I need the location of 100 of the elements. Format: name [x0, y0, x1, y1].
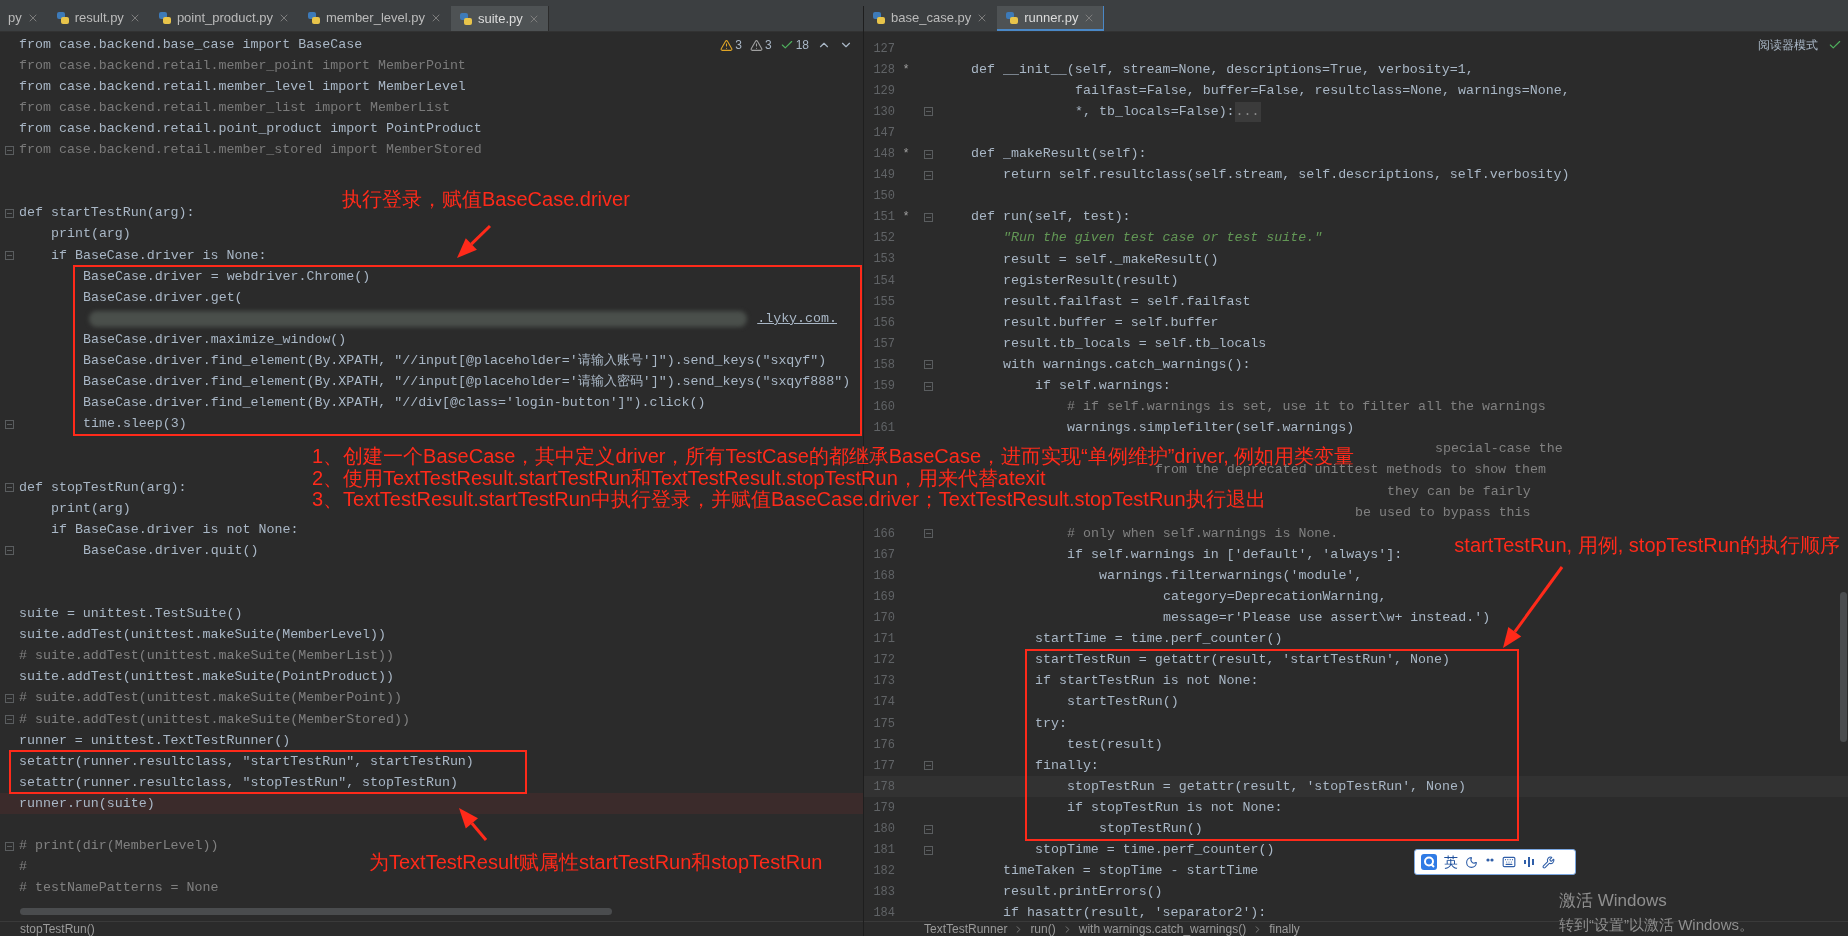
code-line: startTestRun = getattr(result, 'startTestRun', None) [1035, 651, 1450, 670]
fold-icon[interactable] [923, 761, 933, 771]
breadcrumb-item[interactable]: TextTestRunner [924, 922, 1008, 936]
line-number: 153 [872, 251, 895, 269]
code-line: message=r'Please use assert\w+ instead.') [1163, 609, 1491, 628]
file-tab[interactable]: base_case.py [864, 6, 998, 31]
code-line: BaseCase.driver.quit() [83, 541, 259, 560]
code-line: # [19, 858, 27, 877]
code-line: result.tb_locals = self.tb_locals [1003, 334, 1267, 353]
line-number: 173 [872, 673, 895, 691]
breadcrumb-item[interactable]: run() [1030, 922, 1056, 936]
file-icon [1005, 10, 1020, 25]
code-line: they can be fairly [1387, 482, 1531, 501]
code-line: BaseCase.driver.maximize_window() [83, 330, 347, 349]
file-icon [55, 10, 70, 25]
arrow [459, 808, 488, 841]
folded-code[interactable]: ... [1234, 101, 1261, 122]
code-line: from case.backend.base_case import BaseCase [19, 35, 363, 54]
ime-logo-icon [1421, 854, 1437, 870]
file-tab[interactable]: member_level.py [299, 6, 451, 31]
code-line: def _makeResult(self): [971, 145, 1147, 164]
inspection-count[interactable]: 18 [795, 36, 809, 54]
fold-icon[interactable] [923, 845, 933, 855]
fold-icon[interactable] [5, 419, 14, 429]
code-line: special-case the [1435, 440, 1563, 459]
file-icon [157, 10, 172, 25]
line-number: 179 [872, 799, 895, 817]
file-tab[interactable]: suite.py [451, 6, 549, 31]
annotation-text: startTestRun, 用例, stopTestRun的执行顺序 [1454, 535, 1840, 556]
code-line: print(arg) [51, 225, 131, 244]
code-line: from case.backend.retail.member_level import MemberLevel [19, 77, 466, 96]
code-line: with warnings.catch_warnings(): [1003, 356, 1251, 374]
line-number: 128 [872, 61, 895, 79]
fold-icon[interactable] [923, 149, 933, 159]
code-line: print(arg) [51, 499, 131, 518]
code-line: stopTime = time.perf_counter() [1035, 841, 1275, 860]
file-tab[interactable]: point_product.py [149, 6, 299, 31]
code-line: suite.addTest(unittest.makeSuite(PointProduct)) [19, 668, 395, 687]
code-line: # suite.addTest(unittest.makeSuite(MemberPoint)) [19, 689, 402, 708]
fold-icon[interactable] [923, 529, 933, 539]
breadcrumb-item[interactable]: finally [1269, 922, 1300, 936]
scrollbar-thumb[interactable] [1840, 592, 1847, 742]
code-line: if startTestRun is not None: [1035, 672, 1259, 691]
wrench-icon[interactable] [1542, 855, 1555, 869]
file-icon [459, 11, 473, 26]
annotation-text: 2、使用TextTestResult.startTestRun和TextTestResult.stopTestRun，用来代替atexit [312, 468, 1046, 489]
fold-icon[interactable] [923, 381, 933, 391]
line-number: 156 [872, 314, 895, 332]
code-line: return self.resultclass(self.stream, self.descriptions, self.verbosity) [1003, 166, 1570, 185]
fold-icon[interactable] [923, 212, 933, 222]
fold-icon[interactable] [5, 546, 14, 556]
activation-title: 激活 Windows [1559, 890, 1667, 912]
file-tab[interactable]: result.py [47, 6, 150, 31]
keyboard-icon[interactable] [1502, 855, 1516, 869]
line-number: 152 [872, 230, 895, 248]
code-line: be used to bypass this [1355, 503, 1531, 522]
fold-icon[interactable] [923, 107, 933, 117]
code-line: result.printErrors() [1003, 883, 1163, 902]
fold-icon[interactable] [5, 841, 14, 851]
fold-icon[interactable] [923, 824, 933, 834]
code-line: try: [1035, 714, 1067, 733]
line-number: 181 [872, 842, 895, 860]
fold-icon[interactable] [5, 483, 14, 492]
inspection-count[interactable]: 3 [764, 36, 772, 54]
code-line: from case.backend.retail.member_point import MemberPoint [19, 56, 466, 75]
code-line: from case.backend.retail.point_product import PointProduct [19, 119, 482, 138]
scrollbar-thumb[interactable] [20, 908, 612, 915]
line-number: 176 [872, 736, 895, 754]
code-line: def run(self, test): [971, 208, 1131, 227]
fold-icon[interactable] [5, 208, 14, 218]
moon-icon[interactable] [1465, 855, 1478, 869]
sound-icon[interactable] [1523, 856, 1535, 868]
line-number: 184 [872, 905, 895, 921]
code-line: timeTaken = stopTime - startTime [1003, 862, 1259, 881]
breadcrumb-item[interactable]: with warnings.catch_warnings() [1078, 922, 1247, 936]
line-number: 158 [872, 356, 895, 374]
fold-icon[interactable] [5, 693, 14, 703]
override-marker: * [902, 146, 910, 163]
file-tab[interactable]: runner.py [997, 6, 1105, 31]
annotation-text: 3、TextTestResult.startTestRun中执行登录，并赋值BaseCase.driver；TextTestResult.stopTestRun执行退出 [312, 489, 1266, 510]
file-icon [872, 10, 886, 25]
fold-icon[interactable] [5, 715, 14, 725]
fold-icon[interactable] [923, 170, 933, 180]
code-line: "Run the given test case or test suite." [1003, 229, 1323, 248]
warning-icon [720, 38, 734, 52]
fold-icon[interactable] [5, 145, 14, 155]
line-number: 157 [872, 335, 895, 353]
file-tab[interactable]: py [0, 6, 48, 31]
line-number: 171 [872, 631, 895, 649]
code-line: def __init__(self, stream=None, descriptions=True, verbosity=1, [971, 60, 1474, 79]
breadcrumb-item[interactable]: stopTestRun() [20, 922, 95, 936]
fold-icon[interactable] [5, 251, 14, 260]
line-number: 175 [872, 715, 895, 733]
inspection-count[interactable]: 3 [735, 36, 742, 54]
fold-icon[interactable] [923, 360, 933, 370]
line-number: 160 [872, 399, 895, 417]
ime-mode[interactable]: 英 [1444, 851, 1458, 873]
code-line: runner.run(suite) [19, 794, 155, 813]
code-line: warnings.simplefilter(self.warnings) [1067, 419, 1355, 438]
ime-toolbar[interactable]: 英 [1414, 849, 1576, 875]
